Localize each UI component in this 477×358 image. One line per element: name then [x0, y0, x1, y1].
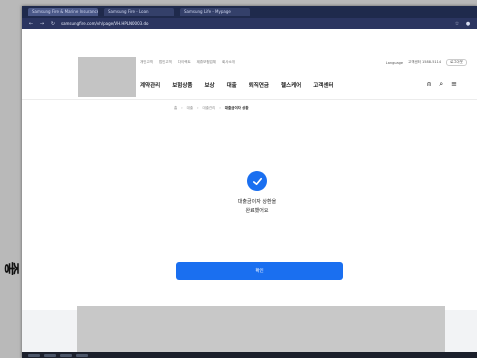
taskbar-item[interactable] — [28, 353, 40, 357]
confirm-button[interactable]: 확인 — [176, 262, 343, 280]
util-link[interactable]: 다이렉트 — [178, 60, 191, 65]
header-divider — [22, 99, 477, 100]
nav-item[interactable]: 헬스케어 — [281, 81, 301, 89]
taskbar-item[interactable] — [60, 353, 72, 357]
browser-tab[interactable]: Samsung Fire - Loan — [104, 8, 174, 16]
search-icon[interactable]: ⌕ — [439, 80, 443, 89]
nav-item[interactable]: 보험상품 — [172, 81, 192, 89]
star-icon[interactable]: ☆ — [454, 21, 460, 27]
result-line: 완료했어요 — [245, 208, 269, 214]
taskbar — [22, 352, 477, 358]
browser-tab[interactable]: Samsung Fire & Marine Insurance — [28, 8, 98, 16]
logout-button[interactable]: 로그아웃 — [446, 59, 467, 66]
breadcrumb-separator: › — [197, 106, 199, 110]
callcenter-link[interactable]: 고객센터 1588-5114 — [408, 60, 441, 65]
nav-item[interactable]: 보상 — [205, 81, 215, 89]
util-link[interactable]: 법인고객 — [159, 60, 172, 65]
language-link[interactable]: Language — [386, 61, 403, 65]
breadcrumb-item[interactable]: 대출 — [187, 106, 193, 111]
nav-item[interactable]: 대출 — [227, 81, 237, 89]
nav-item[interactable]: 고객센터 — [313, 81, 333, 89]
util-right: Language 고객센터 1588-5114 로그아웃 — [386, 59, 467, 66]
footer-redacted — [77, 306, 445, 358]
side-glyph: 좋 — [2, 261, 21, 276]
back-icon[interactable]: ← — [28, 21, 34, 27]
forward-icon[interactable]: → — [39, 21, 45, 27]
taskbar-item[interactable] — [44, 353, 56, 357]
breadcrumb-separator: › — [219, 106, 221, 110]
main-nav: 계약관리 보험상품 보상 대출 퇴직연금 헬스케어 고객센터 — [140, 81, 334, 89]
browser-tab[interactable]: Samsung Life - Mypage — [180, 8, 250, 16]
taskbar-item[interactable] — [76, 353, 88, 357]
result-message: 대출금이자 상환을 완료했어요 — [192, 198, 322, 216]
breadcrumb-item[interactable]: 홈 — [174, 106, 177, 111]
nav-icons: ⍝ ⌕ ≡ — [427, 80, 457, 89]
browser-window: Samsung Fire & Marine Insurance Samsung … — [22, 6, 477, 358]
profile-icon[interactable]: ● — [465, 21, 471, 27]
address-bar: ← → ↻ samsungfire.com/vh/page/VH.HPLN000… — [22, 18, 477, 29]
util-link[interactable]: 회사소개 — [222, 60, 235, 65]
breadcrumb: 홈 › 대출 › 대출관리 › 대출금이자 상환 — [174, 106, 249, 111]
nav-item[interactable]: 퇴직연금 — [249, 81, 269, 89]
logo-redacted — [78, 57, 136, 97]
user-icon[interactable]: ⍝ — [427, 80, 431, 89]
reload-icon[interactable]: ↻ — [50, 21, 56, 27]
page-content: 개인고객 법인고객 다이렉트 제휴보험업체 회사소개 Language 고객센터… — [22, 29, 477, 358]
breadcrumb-item[interactable]: 대출관리 — [203, 106, 216, 111]
util-link[interactable]: 개인고객 — [140, 60, 153, 65]
breadcrumb-current: 대출금이자 상환 — [224, 106, 249, 110]
success-check-icon — [247, 171, 267, 191]
nav-item[interactable]: 계약관리 — [140, 81, 160, 89]
result-line: 대출금이자 상환을 — [237, 199, 277, 205]
util-link[interactable]: 제휴보험업체 — [197, 60, 216, 65]
browser-tabbar: Samsung Fire & Marine Insurance Samsung … — [22, 6, 477, 18]
util-links: 개인고객 법인고객 다이렉트 제휴보험업체 회사소개 — [140, 60, 235, 65]
menu-icon[interactable]: ≡ — [451, 80, 457, 89]
url-input[interactable]: samsungfire.com/vh/page/VH.HPLN0003.do — [61, 21, 148, 26]
breadcrumb-separator: › — [181, 106, 183, 110]
